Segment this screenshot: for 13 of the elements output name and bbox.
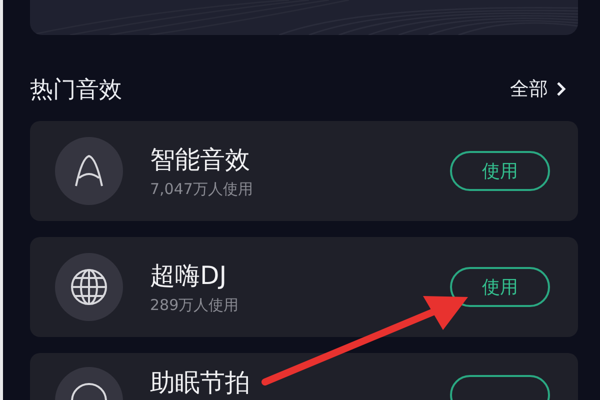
use-button[interactable]: 使用 [450,151,550,191]
usage-count: 7,047万人使用 [150,180,254,198]
section-title: 热门音效 [30,76,122,104]
effect-card[interactable]: 助眠节拍 [30,353,578,400]
effect-card[interactable]: 智能音效 7,047万人使用 使用 [30,121,578,221]
effect-title: 超嗨DJ [150,260,228,292]
usage-count: 289万人使用 [150,296,240,314]
effect-card[interactable]: 超嗨DJ 289万人使用 使用 [30,237,578,337]
chevron-right-icon [556,81,566,97]
see-all-link[interactable]: 全部 [510,76,566,102]
letter-a-icon [72,154,106,188]
effect-title: 助眠节拍 [150,367,251,399]
effect-title: 智能音效 [150,144,251,176]
